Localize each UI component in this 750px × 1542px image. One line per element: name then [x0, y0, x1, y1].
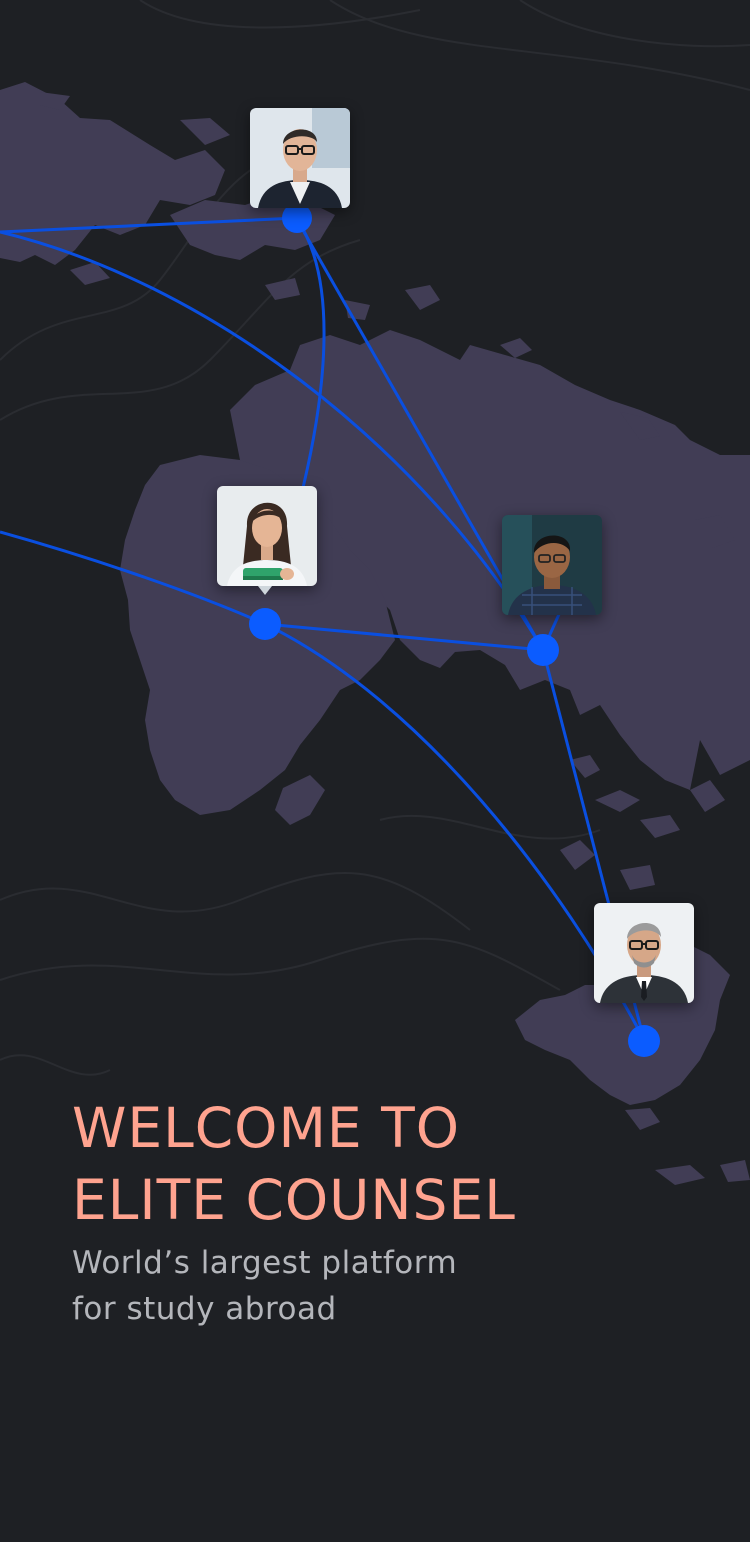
welcome-subtitle: World’s largest platform for study abroa… — [72, 1240, 457, 1332]
welcome-screen: WELCOME TO ELITE COUNSEL World’s largest… — [0, 0, 750, 1542]
man-portrait-icon — [502, 515, 602, 615]
node-asia — [527, 634, 559, 666]
headline-line-2: ELITE COUNSEL — [72, 1168, 516, 1232]
older-man-glasses-portrait-icon — [594, 903, 694, 1003]
node-australia — [628, 1025, 660, 1057]
node-africa — [249, 608, 281, 640]
counsellor-avatar-africa[interactable] — [217, 486, 317, 586]
avatar-pointer-africa — [258, 586, 272, 595]
counsellor-avatar-europe[interactable] — [250, 108, 350, 208]
man-glasses-portrait-icon — [250, 108, 350, 208]
subtitle-line-1: World’s largest platform — [72, 1245, 458, 1281]
counsellor-avatar-australia[interactable] — [594, 903, 694, 1003]
woman-student-portrait-icon — [217, 486, 317, 586]
headline-line-1: WELCOME TO — [72, 1096, 461, 1160]
counsellor-avatar-asia[interactable] — [502, 515, 602, 615]
subtitle-line-2: for study abroad — [72, 1291, 337, 1327]
welcome-headline: WELCOME TO ELITE COUNSEL — [72, 1092, 516, 1236]
